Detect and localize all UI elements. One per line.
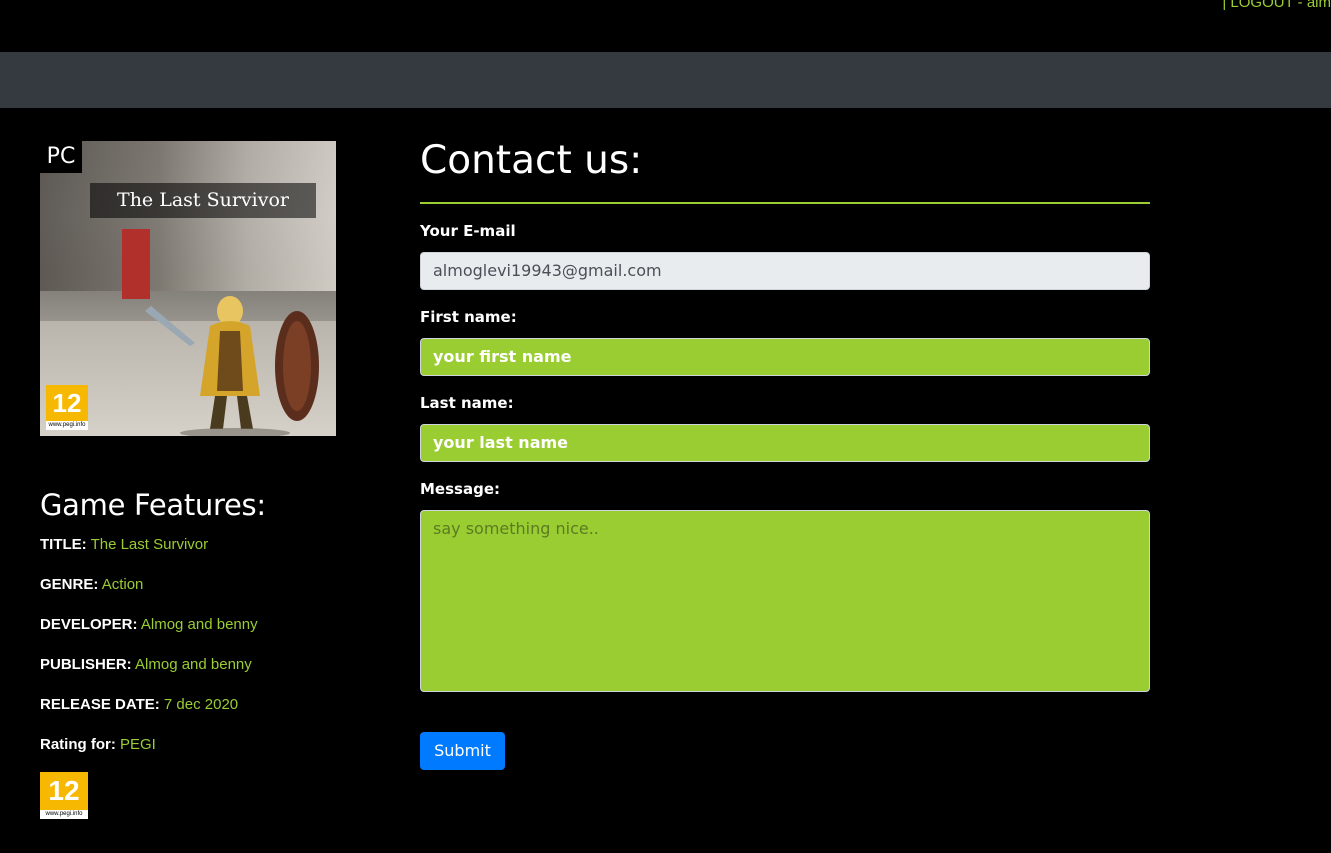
game-features-heading: Game Features:: [40, 488, 266, 522]
hero-figure-icon: [145, 296, 319, 436]
navbar: [0, 52, 1331, 108]
pegi-rating-icon: 12 www.pegi.info: [40, 772, 88, 819]
feature-label: Rating for:: [40, 736, 116, 753]
feature-value: The Last Survivor: [90, 536, 209, 553]
logout-link[interactable]: | LOGOUT: [1222, 0, 1293, 11]
user-link[interactable]: - alm: [1298, 0, 1331, 11]
email-label: Your E-mail: [420, 222, 516, 240]
feature-label: RELEASE DATE:: [40, 696, 160, 713]
feature-value: 7 dec 2020: [163, 696, 239, 713]
message-label: Message:: [420, 480, 500, 498]
feature-value: Almog and benny: [140, 616, 258, 633]
feature-label: DEVELOPER:: [40, 616, 138, 633]
feature-label: TITLE:: [40, 536, 87, 553]
first-name-label: First name:: [420, 308, 517, 326]
first-name-field[interactable]: your first name: [420, 338, 1150, 376]
last-name-field[interactable]: your last name: [420, 424, 1150, 462]
feature-developer: DEVELOPER: Almog and benny: [40, 616, 258, 633]
feature-genre: GENRE: Action: [40, 576, 143, 593]
feature-release-date: RELEASE DATE: 7 dec 2020: [40, 696, 238, 713]
email-field[interactable]: almoglevi19943@gmail.com: [420, 252, 1150, 290]
feature-rating: Rating for: PEGI: [40, 736, 156, 753]
heading-divider: [420, 202, 1150, 204]
feature-value: PEGI: [120, 736, 156, 753]
last-name-label: Last name:: [420, 394, 514, 412]
game-cover-image: PC The Last Survivor 12 www.pegi.info: [40, 141, 336, 436]
platform-badge: PC: [40, 141, 82, 173]
feature-title: TITLE: The Last Survivor: [40, 536, 208, 553]
pegi-rating-site: www.pegi.info: [40, 810, 88, 819]
contact-heading: Contact us:: [420, 138, 643, 183]
cover-pegi-badge: 12 www.pegi.info: [46, 385, 88, 430]
pegi-rating-number: 12: [48, 775, 80, 806]
top-header: | LOGOUT - alm: [0, 0, 1331, 52]
message-textarea[interactable]: say something nice..: [420, 510, 1150, 692]
feature-value: Almog and benny: [135, 656, 252, 673]
feature-label: GENRE:: [40, 576, 99, 593]
cover-game-title: The Last Survivor: [90, 183, 316, 218]
cover-pegi-site: www.pegi.info: [46, 421, 88, 430]
cover-pegi-number: 12: [52, 388, 82, 418]
submit-button[interactable]: Submit: [420, 732, 505, 770]
feature-publisher: PUBLISHER: Almog and benny: [40, 656, 252, 673]
feature-label: PUBLISHER:: [40, 656, 132, 673]
top-links: | LOGOUT - alm: [1222, 0, 1331, 11]
feature-value: Action: [101, 576, 144, 593]
